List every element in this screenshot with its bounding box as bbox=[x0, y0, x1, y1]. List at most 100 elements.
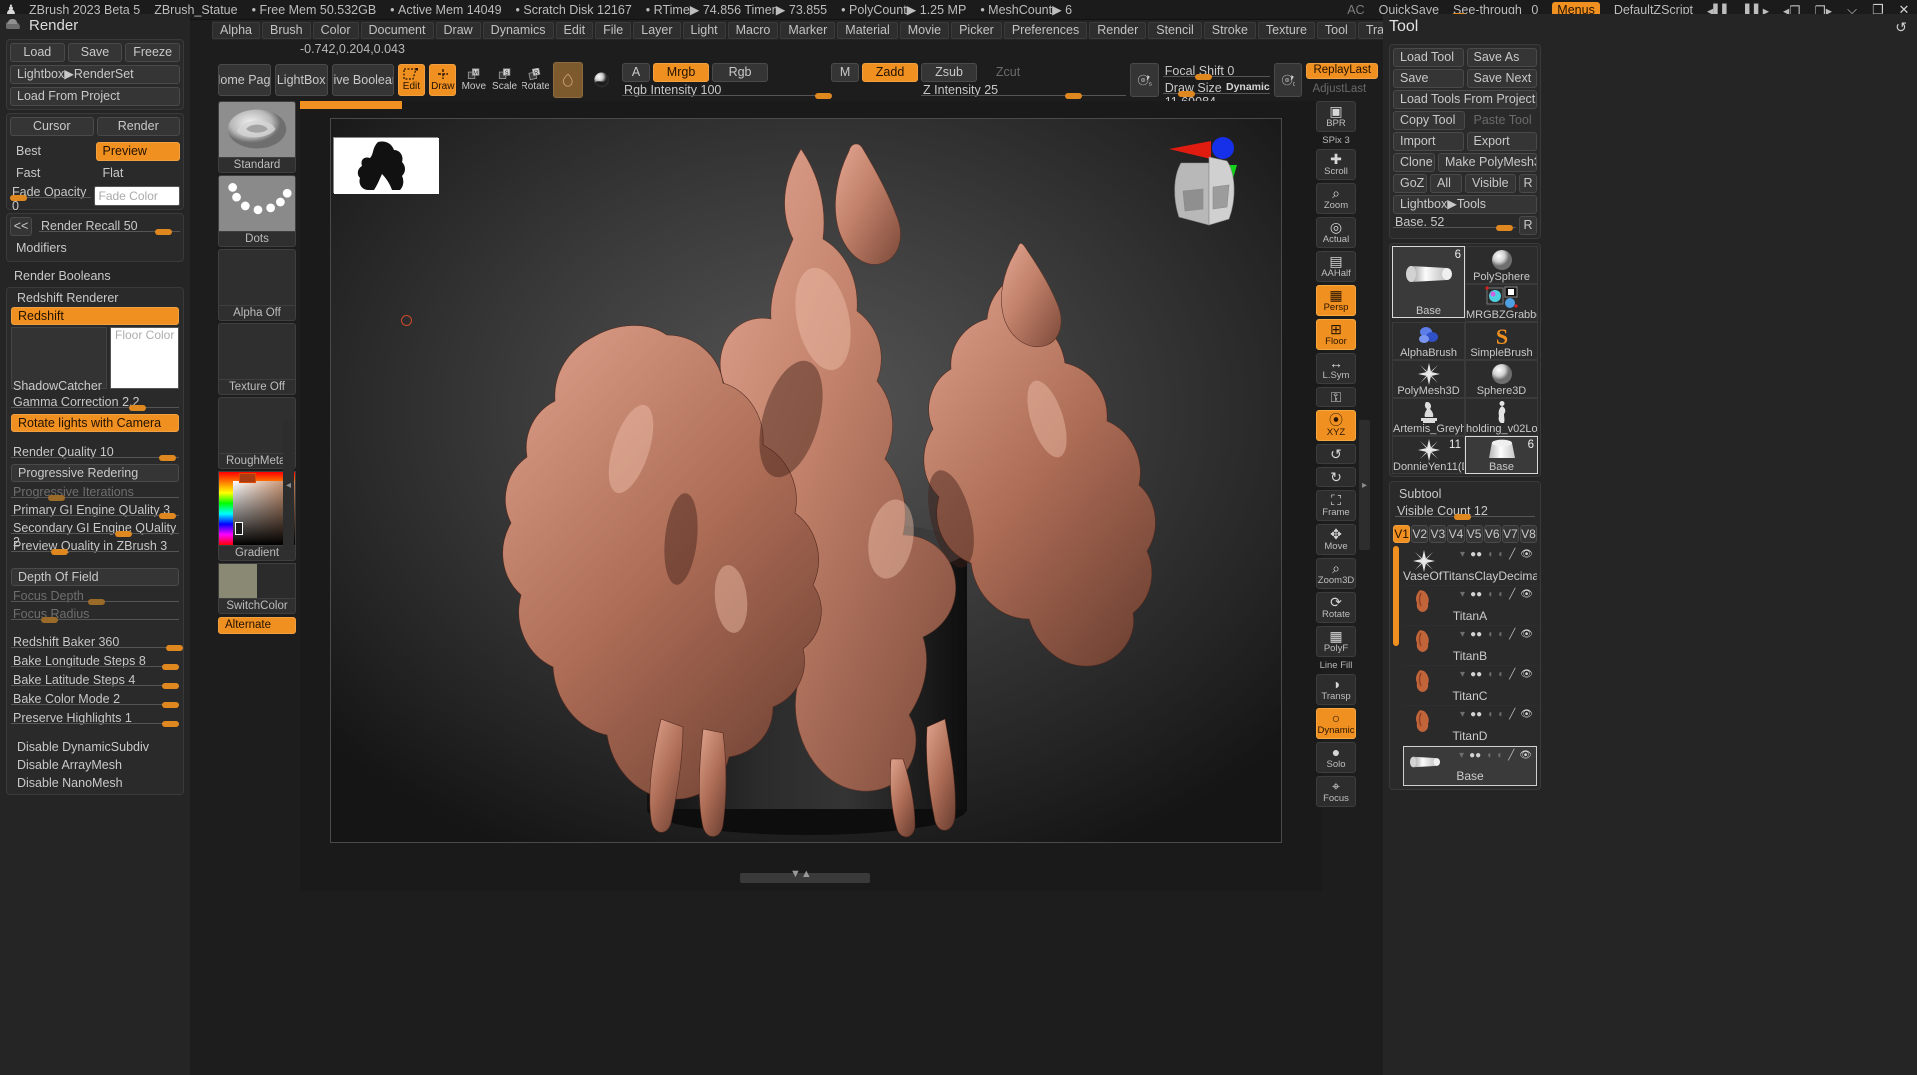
viewport-icon-bpr[interactable]: ▣BPR bbox=[1316, 101, 1356, 132]
menu-item-picker[interactable]: Picker bbox=[951, 22, 1002, 39]
tray-resize-handle-left[interactable]: ◂ bbox=[283, 420, 294, 550]
current-stroke-swatch[interactable]: Dots bbox=[218, 175, 296, 247]
switch-color-pair[interactable] bbox=[218, 563, 296, 599]
menu-item-alpha[interactable]: Alpha bbox=[212, 22, 260, 39]
menu-item-render[interactable]: Render bbox=[1089, 22, 1146, 39]
viewport-icon-rotate[interactable]: ⟳Rotate bbox=[1316, 592, 1356, 623]
tool-thumb-artemis-greyhou[interactable]: Artemis_Greyhou bbox=[1392, 398, 1465, 436]
channel-zcut-button[interactable]: Zcut bbox=[980, 63, 1036, 82]
primary-gi-knob[interactable] bbox=[159, 513, 176, 519]
subtool-eye-icon[interactable]: 👁 bbox=[1520, 669, 1533, 680]
base-slider-r-button[interactable]: R bbox=[1519, 216, 1537, 235]
current-brush-swatch[interactable]: Standard bbox=[218, 101, 296, 173]
fade-color-swatch[interactable]: Fade Color bbox=[94, 186, 181, 206]
goz-all-button[interactable]: All bbox=[1430, 174, 1462, 193]
channel-zadd-button[interactable]: Zadd bbox=[862, 63, 918, 82]
base-slider-knob[interactable] bbox=[1496, 225, 1513, 231]
menu-item-movie[interactable]: Movie bbox=[900, 22, 949, 39]
render-freeze-button[interactable]: Freeze bbox=[125, 43, 180, 62]
main-color-swatch[interactable] bbox=[219, 564, 257, 598]
modifiers-button[interactable]: Modifiers bbox=[10, 239, 180, 258]
subtool-vtab-v5[interactable]: V5 bbox=[1466, 525, 1483, 543]
channel-zsub-button[interactable]: Zsub bbox=[921, 63, 977, 82]
focal-shift-slider[interactable]: Focal Shift 0 bbox=[1163, 65, 1270, 79]
bake-color-mode-slider[interactable]: Bake Color Mode 2 bbox=[11, 693, 179, 707]
save-next-button[interactable]: Save Next bbox=[1467, 69, 1538, 88]
subtool-polypaint-icon[interactable]: ●● bbox=[1469, 750, 1481, 761]
subtool-eye-icon[interactable]: 👁 bbox=[1520, 549, 1533, 560]
orientation-gizmo[interactable] bbox=[1163, 133, 1273, 233]
floor-color-swatch[interactable]: Floor Color bbox=[110, 327, 179, 389]
tool-thumb-simplebrush[interactable]: SSimpleBrush bbox=[1465, 322, 1538, 360]
viewport-icon-dynamic[interactable]: ○Dynamic bbox=[1316, 708, 1356, 739]
focal-shift-icon-button[interactable]: S bbox=[1130, 63, 1159, 97]
viewport-icon-actual[interactable]: ◎Actual bbox=[1316, 217, 1356, 248]
canvas-thumbnail-preview[interactable] bbox=[333, 137, 438, 193]
tool-thumb-base[interactable]: 6Base bbox=[1392, 246, 1465, 318]
switch-color-swatch[interactable]: SwitchColor bbox=[218, 563, 296, 614]
channel-mrgb-button[interactable]: Mrgb bbox=[653, 63, 709, 82]
menu-item-layer[interactable]: Layer bbox=[633, 22, 680, 39]
menu-item-stencil[interactable]: Stencil bbox=[1148, 22, 1202, 39]
viewport-icon-focus[interactable]: ⌖Focus bbox=[1316, 776, 1356, 807]
tool-thumb-holding-v02low[interactable]: holding_v02Low bbox=[1465, 398, 1538, 436]
load-from-project-button[interactable]: Load From Project bbox=[10, 87, 180, 106]
subtool-paint-icon[interactable]: ╱ bbox=[1509, 629, 1515, 640]
subtool-halfshade-icon[interactable]: ◖ bbox=[1487, 589, 1493, 600]
render-save-button[interactable]: Save bbox=[68, 43, 123, 62]
subtool-item-titana[interactable]: ▾●●◖◐╱👁TitanA bbox=[1403, 586, 1537, 626]
subtool-polypaint-icon[interactable]: ●● bbox=[1470, 589, 1482, 600]
subtool-contrast-icon[interactable]: ◐ bbox=[1498, 589, 1504, 600]
fade-opacity-slider[interactable]: Fade Opacity 0 bbox=[10, 186, 91, 200]
subtool-vtab-v4[interactable]: V4 bbox=[1447, 525, 1464, 543]
subtool-contrast-icon[interactable]: ◐ bbox=[1498, 669, 1504, 680]
preview-quality-slider[interactable]: Preview Quality in ZBrush 3 bbox=[11, 540, 179, 554]
fade-opacity-knob[interactable] bbox=[10, 195, 27, 201]
viewport-icon-frame[interactable]: ⛶Frame bbox=[1316, 490, 1356, 521]
viewport-icon-persp[interactable]: ▦Persp bbox=[1316, 285, 1356, 316]
import-button[interactable]: Import bbox=[1393, 132, 1464, 151]
draw-size-slider[interactable]: Draw Size 11.69084 Dynamic bbox=[1163, 82, 1270, 96]
menu-item-texture[interactable]: Texture bbox=[1258, 22, 1315, 39]
menu-item-macro[interactable]: Macro bbox=[728, 22, 779, 39]
live-boolean-button[interactable]: Live Boolean bbox=[332, 64, 394, 96]
depth-of-field-button[interactable]: Depth Of Field bbox=[11, 568, 179, 586]
redshift-baker-slider[interactable]: Redshift Baker 360 bbox=[11, 636, 179, 650]
replay-last-button[interactable]: ReplayLast bbox=[1306, 63, 1378, 79]
viewport-icon-xyz[interactable]: ⦿XYZ bbox=[1316, 410, 1356, 441]
primary-gi-slider[interactable]: Primary GI Engine QUality 3 bbox=[11, 504, 179, 518]
adjust-last-button[interactable]: AdjustLast bbox=[1306, 82, 1378, 98]
menu-item-stroke[interactable]: Stroke bbox=[1204, 22, 1256, 39]
channel-m-button[interactable]: M bbox=[831, 63, 859, 82]
bake-longitude-slider[interactable]: Bake Longitude Steps 8 bbox=[11, 655, 179, 669]
subtool-eye-icon[interactable]: 👁 bbox=[1520, 709, 1533, 720]
preserve-highlights-knob[interactable] bbox=[162, 721, 179, 727]
menu-item-draw[interactable]: Draw bbox=[436, 22, 481, 39]
subtool-polypaint-icon[interactable]: ●● bbox=[1470, 629, 1482, 640]
disable-nanomesh-button[interactable]: Disable NanoMesh bbox=[11, 774, 179, 792]
cursor-button[interactable]: Cursor bbox=[10, 117, 94, 136]
z-intensity-slider[interactable]: Z Intensity 25 bbox=[921, 84, 1126, 98]
base-slider[interactable]: Base. 52 bbox=[1393, 216, 1516, 230]
channel-a-button[interactable]: A bbox=[622, 63, 650, 82]
subtool-item-base[interactable]: ▾●●◖◐╱👁Base bbox=[1403, 746, 1537, 786]
subtool-scroll-indicator[interactable] bbox=[1393, 546, 1399, 646]
rgb-intensity-knob[interactable] bbox=[815, 93, 832, 99]
subtool-contrast-icon[interactable]: ◐ bbox=[1498, 549, 1504, 560]
viewport-icon-scroll[interactable]: ✚Scroll bbox=[1316, 149, 1356, 180]
render-quality-slider[interactable]: Render Quality 10 bbox=[11, 446, 179, 460]
lightbox-tools-button[interactable]: Lightbox▶Tools bbox=[1393, 195, 1537, 214]
focus-depth-slider[interactable]: Focus Depth bbox=[11, 590, 179, 604]
current-texture-swatch[interactable]: Texture Off bbox=[218, 323, 296, 395]
preview-button[interactable]: Preview bbox=[96, 142, 181, 161]
subtool-item-titanb[interactable]: ▾●●◖◐╱👁TitanB bbox=[1403, 626, 1537, 666]
subtool-vtab-v2[interactable]: V2 bbox=[1411, 525, 1428, 543]
tool-thumb-alphabrush[interactable]: AlphaBrush bbox=[1392, 322, 1465, 360]
subtool-halfshade-icon[interactable]: ◖ bbox=[1487, 549, 1493, 560]
subtool-eye-icon[interactable]: 👁 bbox=[1520, 629, 1533, 640]
tool-save-button[interactable]: Save bbox=[1393, 69, 1464, 88]
subtool-contrast-icon[interactable]: ◐ bbox=[1498, 709, 1504, 720]
export-button[interactable]: Export bbox=[1467, 132, 1538, 151]
progressive-iterations-slider[interactable]: Progressive Iterations bbox=[11, 486, 179, 500]
viewport-icon-l-sym[interactable]: ↔L.Sym bbox=[1316, 353, 1356, 384]
